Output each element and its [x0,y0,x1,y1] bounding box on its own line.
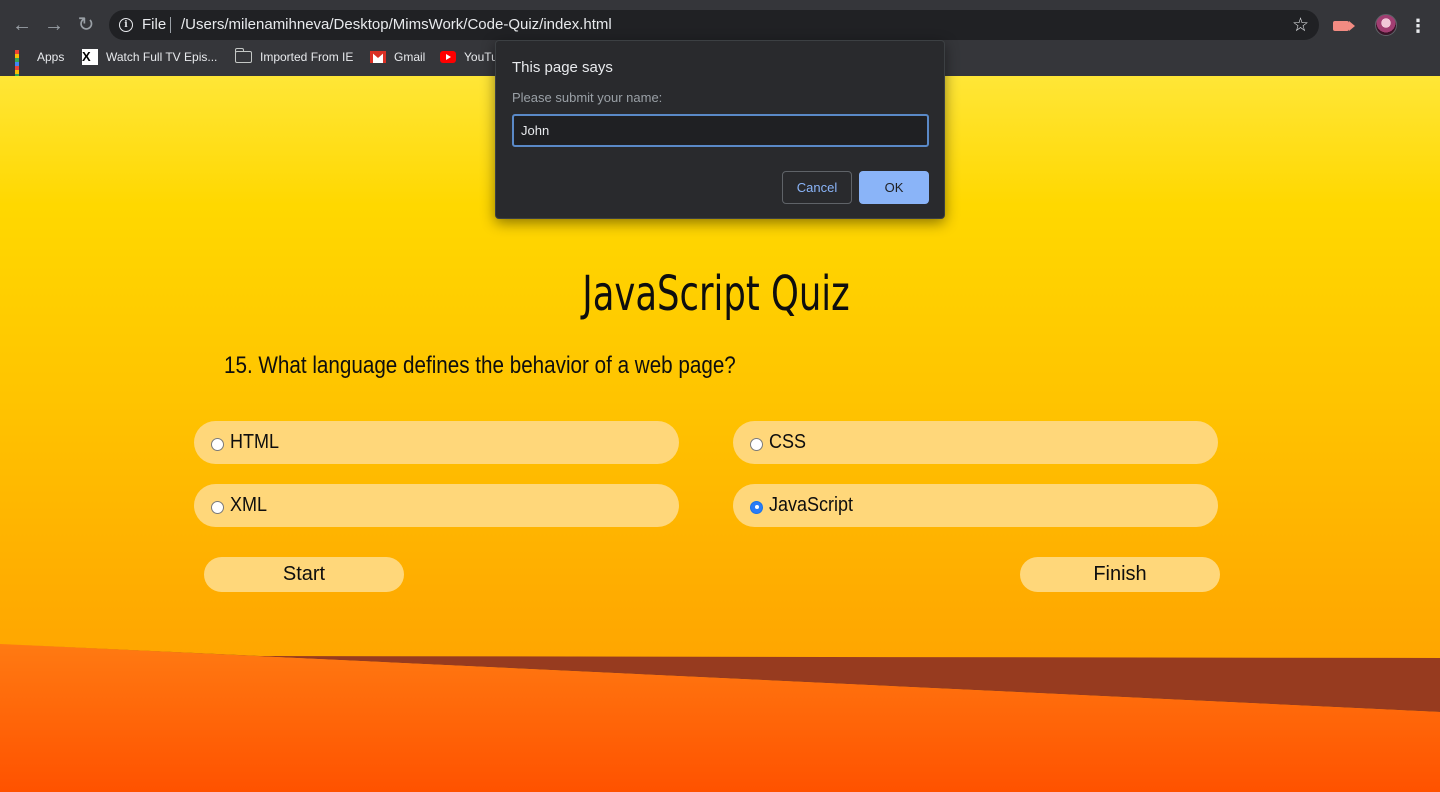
bookmark-label: Imported From IE [260,50,354,64]
browser-toolbar: ← → ↻ i File /Users/milenamihneva/Deskto… [0,8,1440,42]
radio-button[interactable] [211,437,224,451]
apps-grid-icon [15,50,29,86]
option-label: XML [230,494,268,516]
cancel-button[interactable]: Cancel [782,171,852,204]
question-text: 15. What language defines the behavior o… [224,352,736,379]
answer-option-javascript[interactable]: JavaScript [733,484,1218,527]
bookmark-label: YouTu [464,50,498,64]
youtube-icon [440,51,456,63]
dialog-message: Please submit your name: [512,90,663,105]
bookmark-label: Apps [37,50,65,64]
gmail-icon [370,51,386,63]
x-site-icon: X [82,49,98,65]
scheme-label: File [142,16,167,33]
info-icon[interactable]: i [119,18,133,32]
bookmark-youtube[interactable]: YouTu [440,48,498,66]
bookmark-label: Watch Full TV Epis... [106,50,218,64]
finish-button[interactable]: Finish [1020,557,1220,592]
bookmark-label: Gmail [394,50,426,64]
back-arrow-icon[interactable]: ← [9,12,35,38]
ok-button[interactable]: OK [859,171,929,204]
prompt-dialog: This page says Please submit your name: … [495,40,945,219]
name-input[interactable] [512,114,929,147]
bookmark-star-icon[interactable]: ☆ [1292,14,1309,37]
option-label: HTML [230,431,280,453]
radio-button[interactable] [211,500,224,514]
bookmark-imported-from-ie[interactable]: Imported From IE [234,48,354,66]
bookmark-apps[interactable]: Apps [15,48,65,86]
forward-arrow-icon[interactable]: → [41,12,67,38]
url-text[interactable]: /Users/milenamihneva/Desktop/MimsWork/Co… [181,16,612,33]
option-label: CSS [769,431,807,453]
kebab-menu-icon[interactable]: ⋮ [1408,15,1428,37]
reload-icon[interactable]: ↻ [73,12,99,38]
extension-icon[interactable] [1330,15,1355,37]
answer-option-html[interactable]: HTML [194,421,679,464]
answer-option-xml[interactable]: XML [194,484,679,527]
quiz-title: JavaScript Quiz [582,266,850,322]
folder-icon [234,48,252,63]
radio-button[interactable] [750,437,763,451]
address-separator [170,17,171,33]
address-bar[interactable]: i File /Users/milenamihneva/Desktop/Mims… [109,10,1319,40]
dialog-title: This page says [512,59,613,76]
start-button[interactable]: Start [204,557,404,592]
answer-option-css[interactable]: CSS [733,421,1218,464]
profile-avatar[interactable] [1375,14,1397,36]
bookmark-gmail[interactable]: Gmail [370,48,425,66]
bookmark-watch-tv[interactable]: X Watch Full TV Epis... [82,48,217,66]
option-label: JavaScript [769,494,854,516]
radio-button-selected[interactable] [750,500,763,514]
